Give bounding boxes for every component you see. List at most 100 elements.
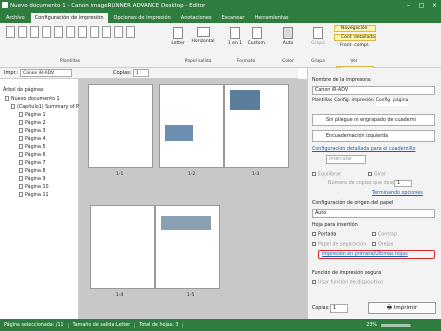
tab-config-pagina[interactable]: Config. página xyxy=(375,98,409,106)
template-thumb-7[interactable] xyxy=(78,26,87,38)
printer-name-label: Nombre de la impresora: xyxy=(312,78,372,83)
one-en-one-button[interactable]: 1 en 1 xyxy=(226,27,244,46)
menu-bar: Archivo Configuración de impresión Opcio… xyxy=(0,11,441,23)
tab-opciones-impresion[interactable]: Opciones de impresión xyxy=(110,13,175,23)
template-thumb-5[interactable] xyxy=(54,26,63,38)
tree-page-6[interactable]: Página 6 xyxy=(19,152,46,158)
printer-icon: 🖶 xyxy=(386,305,394,311)
orientation-icon xyxy=(196,27,210,37)
grapa-label: Grapa xyxy=(311,59,325,64)
tab-plantillas[interactable]: Plantillas xyxy=(312,98,332,106)
status-bar: Página seleccionada: /11 Tamaño de salid… xyxy=(0,319,441,331)
tree-page-1[interactable]: Página 1 xyxy=(19,112,46,118)
paper-source-label: Configuración de origen del papel xyxy=(312,201,394,206)
primera-ultimas-hojas-link[interactable]: Impresión en primera/Últimas hojas xyxy=(322,252,408,257)
config-detallada-link[interactable]: Configuración detallada para el cuaderni… xyxy=(312,147,415,152)
tree-page-10[interactable]: Página 10 xyxy=(19,184,49,190)
preview-page-5[interactable] xyxy=(155,205,220,289)
paper-icon xyxy=(173,27,183,39)
horizontal-button[interactable]: Horizontal xyxy=(190,27,216,44)
orejas-checkbox[interactable]: Orejas xyxy=(372,242,393,248)
auto-color-button[interactable]: Auto xyxy=(278,27,298,46)
template-thumb-9[interactable] xyxy=(102,26,111,38)
preview-label-3: 1-3 xyxy=(252,172,260,177)
paper-source-select[interactable]: Auto xyxy=(312,209,435,218)
tree-page-4[interactable]: Página 4 xyxy=(19,136,46,142)
copias-label: Copias: xyxy=(113,70,132,76)
tab-anotaciones[interactable]: Anotaciones xyxy=(177,13,216,23)
page-tree-panel: Árbol de páginas Nuevo documento 1 (Capí… xyxy=(0,79,79,319)
preview-page-2[interactable] xyxy=(159,84,224,168)
tab-archivo[interactable]: Archivo xyxy=(2,13,29,23)
tree-doc[interactable]: Nuevo documento 1 xyxy=(5,96,60,102)
navegacion-toggle[interactable]: Navegación xyxy=(334,25,376,32)
front-compl-toggle[interactable]: Front. compl. xyxy=(334,43,376,50)
tab-config-impresion[interactable]: Config. impresión xyxy=(334,98,374,106)
zoom-level[interactable]: 23% xyxy=(362,323,381,328)
intercalar-select[interactable]: Intercalar xyxy=(326,155,366,164)
zoom-slider[interactable] xyxy=(381,323,411,327)
tree-page-3[interactable]: Página 3 xyxy=(19,128,46,134)
terminando-opciones-link[interactable]: Terminando opciones xyxy=(372,191,423,196)
maximize-icon[interactable]: □ xyxy=(415,0,428,11)
status-output-size: Tamaño de salida:Letter xyxy=(69,322,136,328)
tree-chapter[interactable]: (Capítulo1) Summary of P xyxy=(11,104,79,110)
print-toolbar: Impr.: Canon iR-ADV Copias: 1 Mostrar an… xyxy=(0,66,374,79)
template-thumb-8[interactable] xyxy=(90,26,99,38)
impr-label: Impr.: xyxy=(4,70,19,76)
secure-print-label: Función de impresión segura xyxy=(312,271,382,276)
right-copias-input[interactable]: 1 xyxy=(330,304,348,313)
template-thumb-10[interactable] xyxy=(114,26,123,38)
contrap-checkbox[interactable]: Contrap. xyxy=(372,232,399,238)
tree-page-7[interactable]: Página 7 xyxy=(19,160,46,166)
template-thumb-6[interactable] xyxy=(66,26,75,38)
copias-input[interactable]: 1 xyxy=(133,69,149,77)
template-thumb-2[interactable] xyxy=(18,26,27,38)
papel-salida-label: Papel salida xyxy=(184,59,212,64)
tree-page-11[interactable]: Página 11 xyxy=(19,192,49,198)
tab-herramientas[interactable]: Herramientas xyxy=(250,13,292,23)
window-title: Nuevo documento 1 - Canon imageRUNNER AD… xyxy=(10,2,206,9)
printer-select[interactable]: Canon iR-ADV xyxy=(20,69,72,77)
template-thumb-4[interactable] xyxy=(42,26,51,38)
photo-image xyxy=(165,125,193,141)
staple-icon xyxy=(313,27,323,39)
grapa-button[interactable]: Grapa xyxy=(308,27,328,46)
binding-select[interactable]: Sin pliegue ni engrapado de cuaderni xyxy=(312,114,435,126)
preview-page-4[interactable] xyxy=(90,205,155,289)
secure-print-checkbox[interactable]: Usar función de dispositivo xyxy=(312,280,383,286)
color-icon xyxy=(283,27,293,39)
letter-button[interactable]: Letter xyxy=(168,27,188,46)
custom-button[interactable]: Custom. xyxy=(246,27,268,46)
copies-offset-input[interactable]: 1 xyxy=(394,180,412,187)
tree-page-2[interactable]: Página 2 xyxy=(19,120,46,126)
separacion-checkbox[interactable]: Papel de separación xyxy=(312,242,366,248)
tab-configuracion-impresion[interactable]: Configuración de impresión xyxy=(30,13,108,23)
template-thumb-1[interactable] xyxy=(6,26,15,38)
preview-page-1[interactable] xyxy=(88,84,153,168)
layout-icon xyxy=(230,27,240,39)
tree-page-8[interactable]: Página 8 xyxy=(19,168,46,174)
portada-checkbox[interactable]: Portada xyxy=(312,232,336,238)
equilibrar-checkbox[interactable]: Equilibrar xyxy=(312,172,341,178)
print-button[interactable]: 🖶 Imprimir xyxy=(368,302,436,314)
template-thumb-11[interactable] xyxy=(126,26,135,38)
conf-detallada-toggle[interactable]: Conf. detallada xyxy=(334,34,376,41)
girar-checkbox[interactable]: Girar xyxy=(368,172,386,178)
photo-image xyxy=(161,216,211,230)
preview-page-3[interactable] xyxy=(224,84,289,168)
ribbon: Plantillas Letter Horizontal Papel salid… xyxy=(0,23,441,68)
minimize-icon[interactable]: – xyxy=(402,0,415,11)
binding-side-select[interactable]: Encuadernación izquierda xyxy=(312,130,435,142)
tree-page-9[interactable]: Página 9 xyxy=(19,176,46,182)
close-icon[interactable]: × xyxy=(428,0,441,11)
printer-name-select[interactable]: Canon iR-ADV xyxy=(312,86,435,95)
preview-label-5: 1-5 xyxy=(187,293,195,298)
tab-escanear[interactable]: Escanear xyxy=(218,13,249,23)
tree-page-5[interactable]: Página 5 xyxy=(19,144,46,150)
app-icon xyxy=(2,2,8,8)
settings-tabs: Plantillas Config. impresión Config. pág… xyxy=(312,98,438,106)
settings-panel: Nombre de la impresora: Canon iR-ADV Pla… xyxy=(307,68,441,319)
custom-icon xyxy=(252,27,262,39)
template-thumb-3[interactable] xyxy=(30,26,39,38)
